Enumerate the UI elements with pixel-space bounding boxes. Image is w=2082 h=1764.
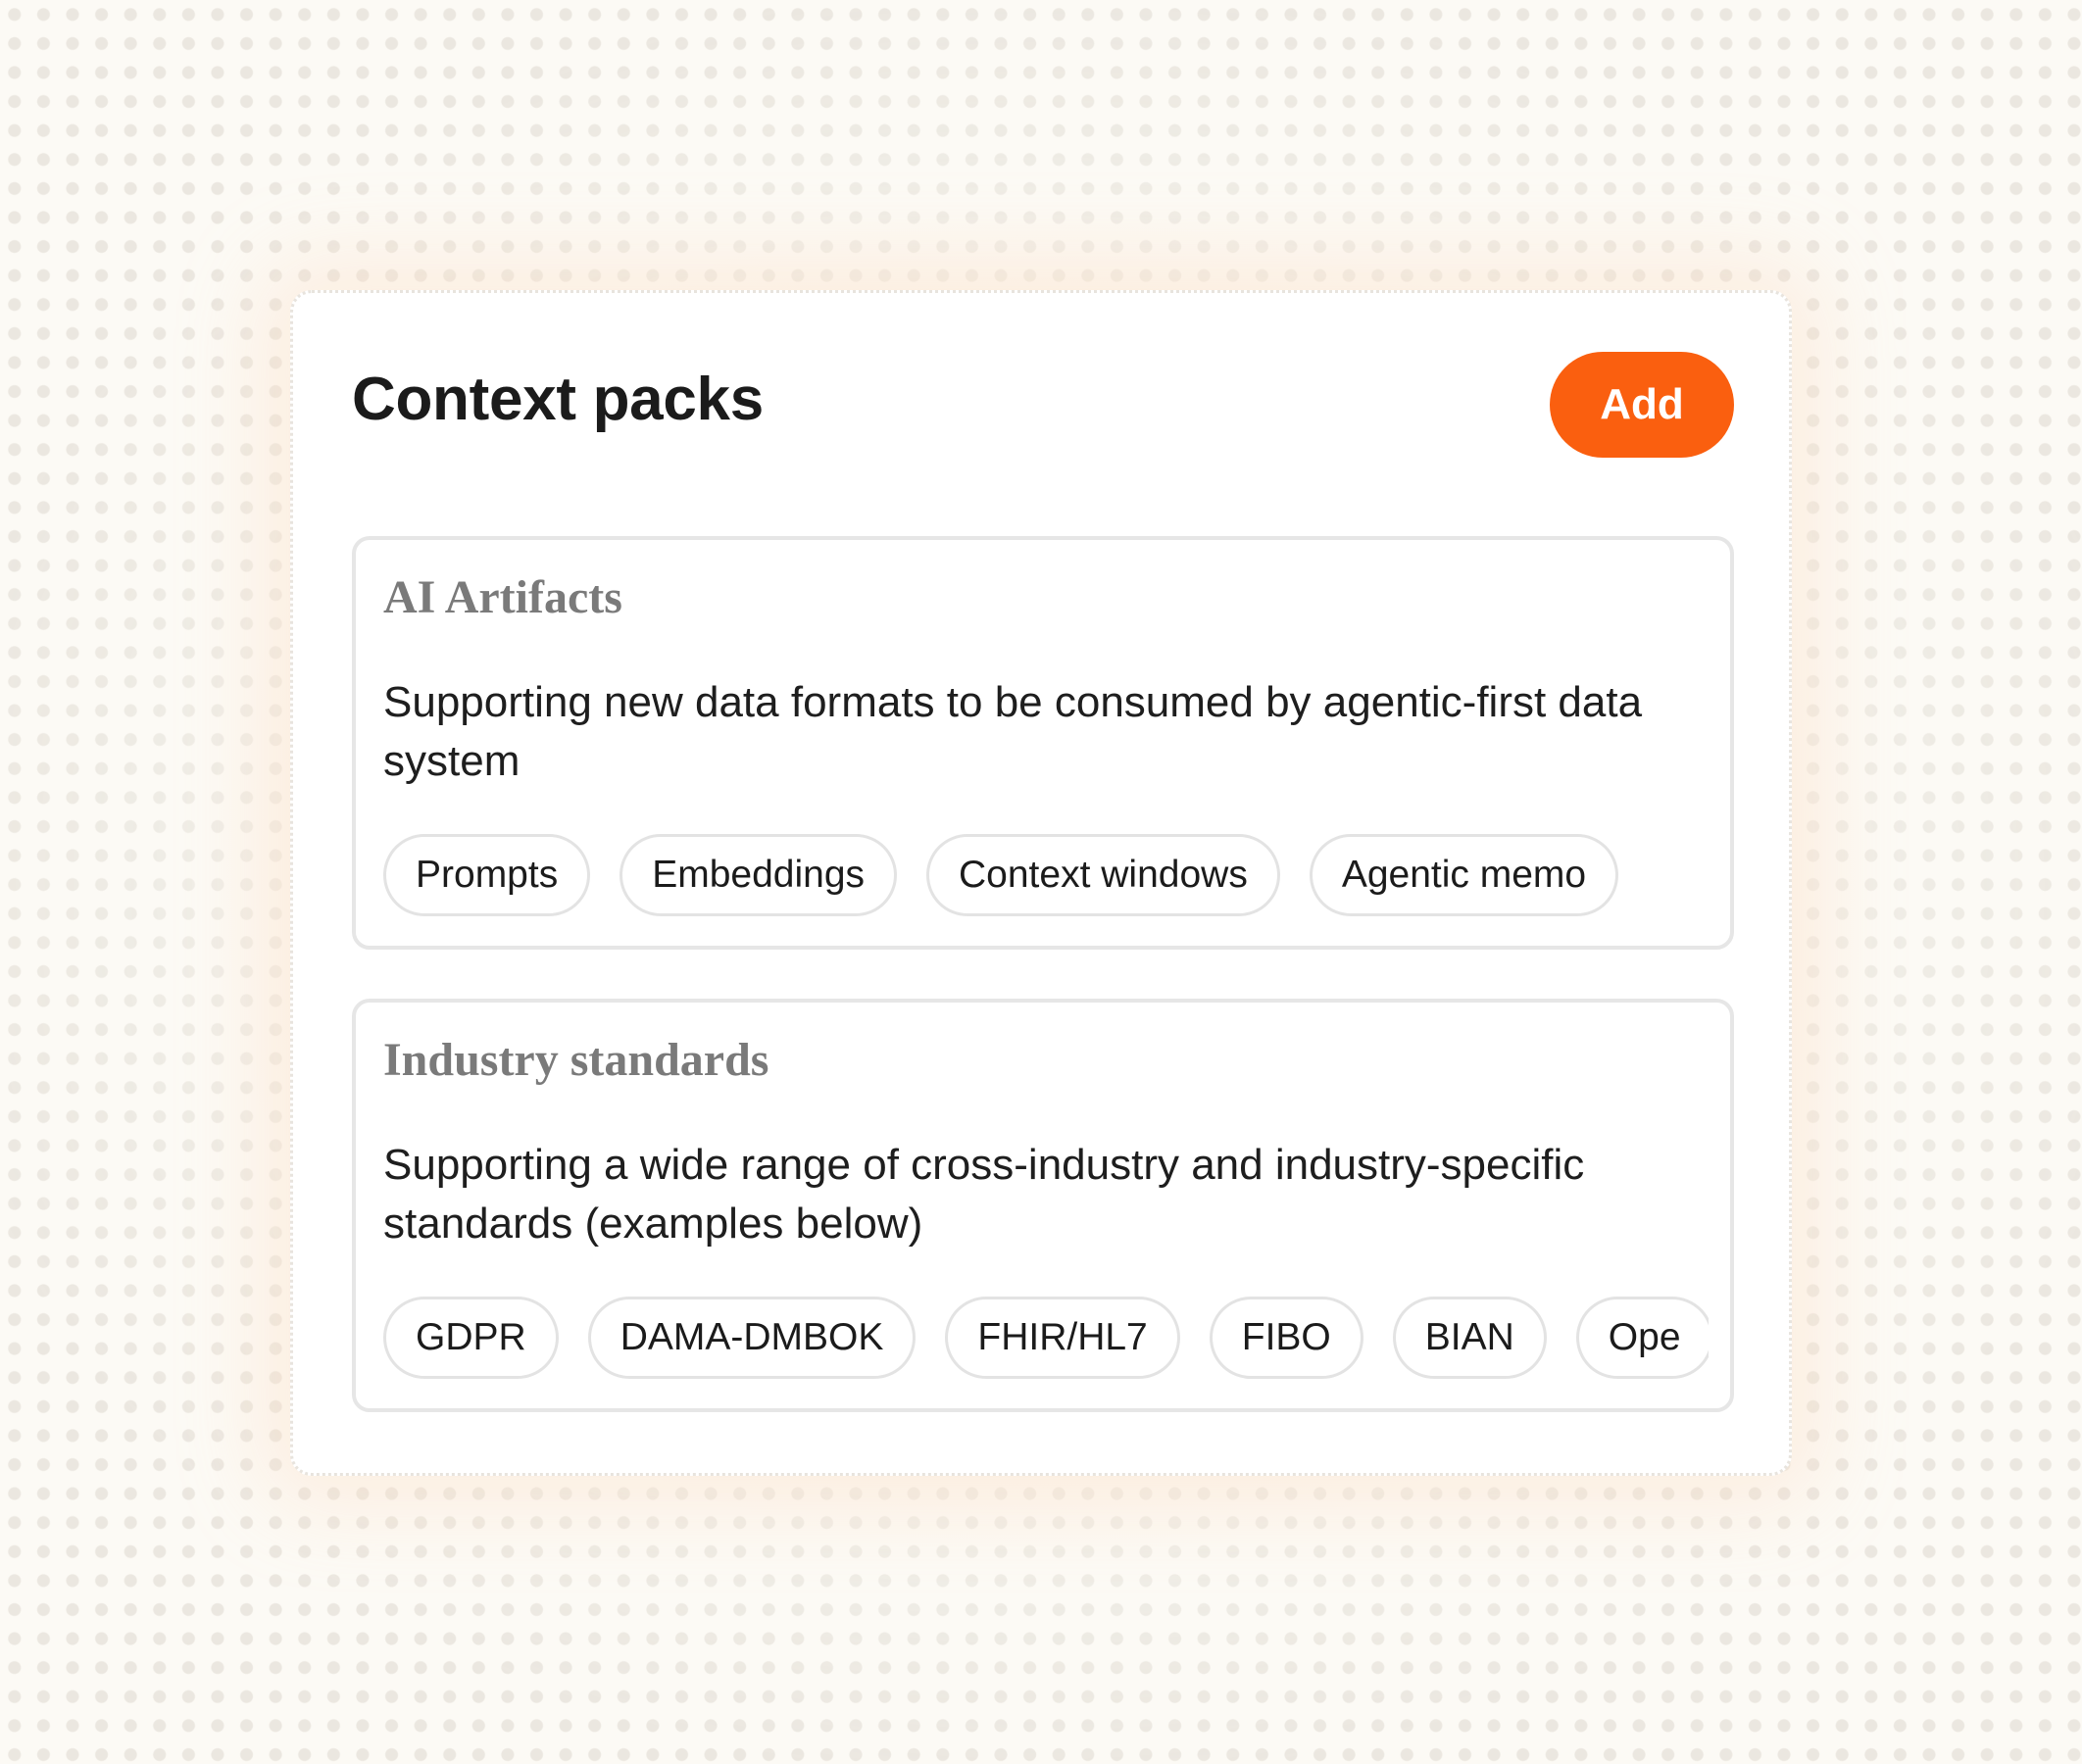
- panel-title: Context packs: [352, 366, 764, 433]
- tag-chip-fibo[interactable]: FIBO: [1209, 1297, 1363, 1379]
- tag-chip-agentic-memo[interactable]: Agentic memo: [1309, 834, 1619, 916]
- pack-tag-list: GDPR DAMA-DMBOK FHIR/HL7 FIBO BIAN Ope: [383, 1297, 1709, 1385]
- pack-tag-list: Prompts Embeddings Context windows Agent…: [383, 834, 1709, 922]
- pack-title: Industry standards: [383, 1034, 769, 1086]
- context-packs-panel: Context packs Add AI Artifacts Supportin…: [290, 290, 1792, 1476]
- pack-card-ai-artifacts[interactable]: AI Artifacts Supporting new data formats…: [352, 536, 1734, 950]
- tag-chip-embeddings[interactable]: Embeddings: [620, 834, 898, 916]
- pack-card-industry-standards[interactable]: Industry standards Supporting a wide ran…: [352, 999, 1734, 1412]
- tag-chip-ope[interactable]: Ope: [1575, 1297, 1709, 1379]
- add-button[interactable]: Add: [1550, 352, 1734, 458]
- pack-description: Supporting a wide range of cross-industr…: [383, 1141, 1585, 1248]
- tag-chip-bian[interactable]: BIAN: [1392, 1297, 1547, 1379]
- pack-description: Supporting new data formats to be consum…: [383, 678, 1643, 785]
- pack-title: AI Artifacts: [383, 571, 622, 623]
- tag-chip-fhir-hl7[interactable]: FHIR/HL7: [945, 1297, 1180, 1379]
- tag-chip-context-windows[interactable]: Context windows: [926, 834, 1280, 916]
- tag-chip-dama-dmbok[interactable]: DAMA-DMBOK: [587, 1297, 917, 1379]
- tag-chip-prompts[interactable]: Prompts: [383, 834, 591, 916]
- tag-chip-gdpr[interactable]: GDPR: [383, 1297, 559, 1379]
